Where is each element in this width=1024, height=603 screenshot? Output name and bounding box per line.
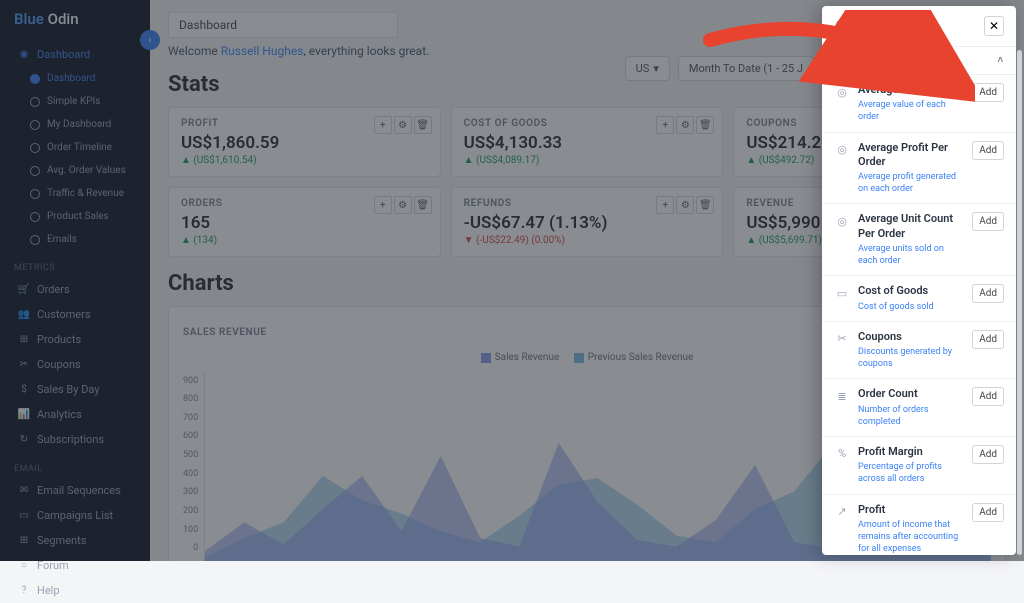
kpi-coupons: ✂CouponsDiscounts generated by couponsAd… [822, 322, 1016, 380]
nav-item-help[interactable]: ?Help [0, 578, 150, 603]
kpi-cost-of-goods: ▭Cost of GoodsCost of goods soldAdd [822, 276, 1016, 321]
kpi-average-unit-count-per-order: ◎Average Unit Count Per OrderAverage uni… [822, 204, 1016, 276]
add-kpi-button[interactable]: Add [972, 503, 1004, 522]
add-kpi-button[interactable]: Add [972, 387, 1004, 406]
kpi-icon: ◎ [834, 142, 850, 158]
add-widget-panel: Add Widget ✕ KPIS˄ ◎Average Order ValueA… [822, 6, 1016, 555]
kpi-icon: ▭ [834, 285, 850, 301]
add-kpi-button[interactable]: Add [972, 284, 1004, 303]
kpi-average-profit-per-order: ◎Average Profit Per OrderAverage profit … [822, 133, 1016, 205]
panel-section-kpis[interactable]: KPIS˄ [822, 47, 1016, 75]
kpi-profit-margin: %Profit MarginPercentage of profits acro… [822, 437, 1016, 495]
kpi-profit: ↗ProfitAmount of income that remains aft… [822, 495, 1016, 556]
kpi-icon: ↗ [834, 504, 850, 520]
kpi-order-count: ≣Order CountNumber of orders completedAd… [822, 379, 1016, 437]
kpi-icon: % [834, 446, 850, 462]
kpi-icon: ≣ [834, 388, 850, 404]
kpi-icon: ✂ [834, 331, 850, 347]
close-icon[interactable]: ✕ [984, 16, 1004, 36]
add-kpi-button[interactable]: Add [972, 445, 1004, 464]
add-kpi-button[interactable]: Add [972, 141, 1004, 160]
add-kpi-button[interactable]: Add [972, 212, 1004, 231]
kpi-average-order-value: ◎Average Order ValueAverage value of eac… [822, 75, 1016, 133]
add-kpi-button[interactable]: Add [972, 83, 1004, 102]
chevron-up-icon: ˄ [997, 55, 1004, 66]
kpi-icon: ◎ [834, 84, 850, 100]
panel-title: Add Widget [834, 19, 896, 33]
add-kpi-button[interactable]: Add [972, 330, 1004, 349]
panel-scrollbar[interactable] [1017, 50, 1022, 555]
kpi-icon: ◎ [834, 213, 850, 229]
